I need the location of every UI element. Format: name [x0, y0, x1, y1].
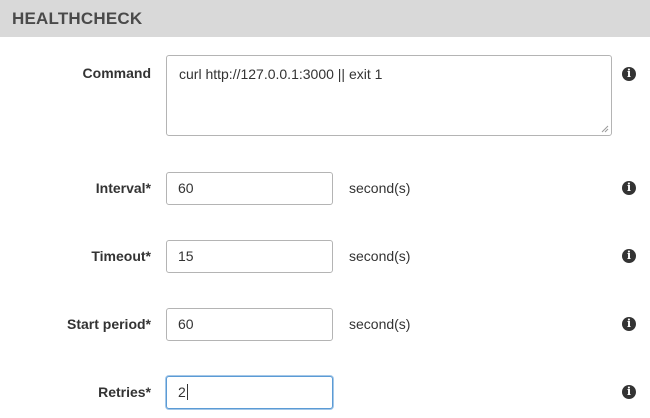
- command-textarea[interactable]: curl http://127.0.0.1:3000 || exit 1: [166, 55, 612, 136]
- command-value: curl http://127.0.0.1:3000 || exit 1: [179, 66, 383, 82]
- command-label: Command: [82, 65, 151, 81]
- interval-unit: second(s): [349, 180, 411, 196]
- command-info-icon[interactable]: i: [622, 67, 636, 81]
- timeout-info-icon[interactable]: i: [622, 249, 636, 263]
- timeout-unit: second(s): [349, 248, 411, 264]
- interval-input[interactable]: 60: [166, 172, 333, 205]
- timeout-label: Timeout*: [91, 248, 151, 264]
- retries-input[interactable]: 2: [166, 376, 333, 409]
- start-period-label: Start period*: [66, 316, 151, 332]
- resize-grip-icon[interactable]: [601, 125, 609, 133]
- interval-label: Interval*: [95, 180, 151, 196]
- retries-info-icon[interactable]: i: [622, 385, 636, 399]
- healthcheck-panel: HEALTHCHECK Command curl http://127.0.0.…: [0, 0, 650, 418]
- retries-label: Retries*: [98, 384, 151, 400]
- interval-value: 60: [178, 180, 194, 196]
- section-header-healthcheck: HEALTHCHECK: [0, 0, 650, 37]
- retries-value: 2: [178, 384, 186, 400]
- start-period-input[interactable]: 60: [166, 308, 333, 341]
- timeout-input[interactable]: 15: [166, 240, 333, 273]
- start-period-unit: second(s): [349, 316, 411, 332]
- start-period-value: 60: [178, 316, 194, 332]
- start-period-info-icon[interactable]: i: [622, 317, 636, 331]
- interval-info-icon[interactable]: i: [622, 181, 636, 195]
- text-caret: [186, 384, 188, 401]
- timeout-value: 15: [178, 248, 194, 264]
